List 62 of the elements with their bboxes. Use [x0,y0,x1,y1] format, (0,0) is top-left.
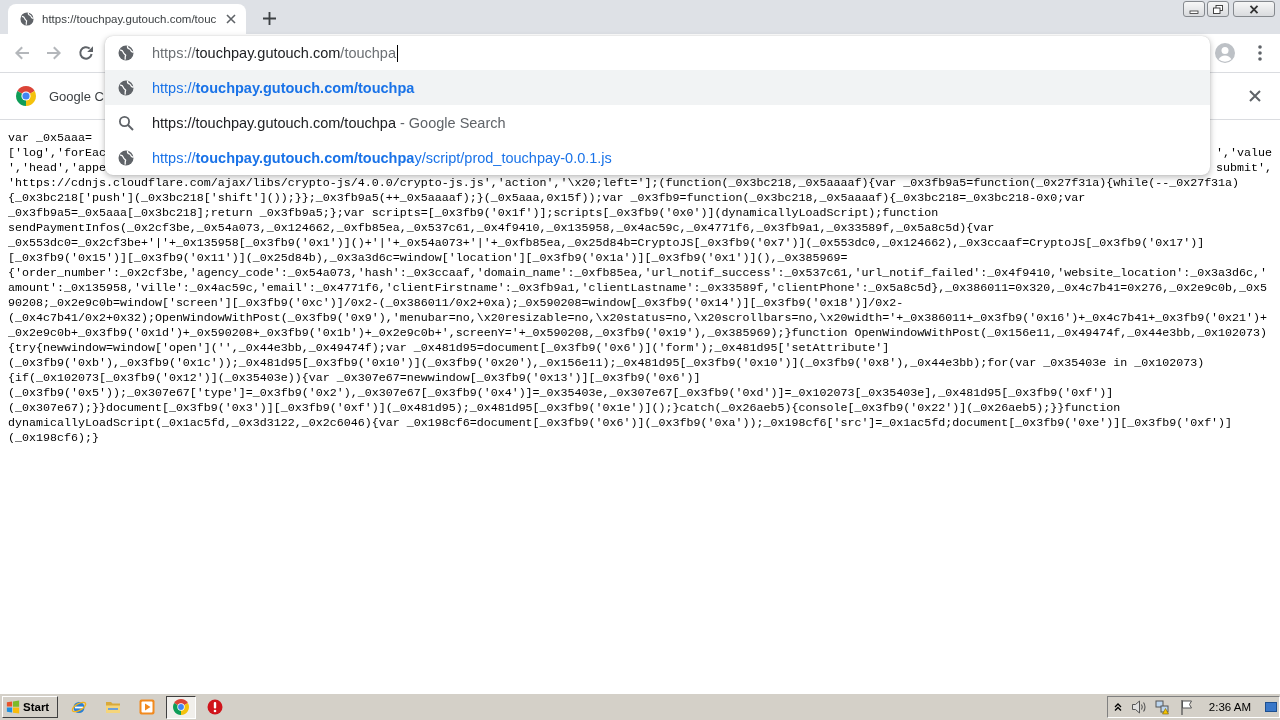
code-line: {'order_number':_0x2cf3be,'agency_code':_0x54a073,'hash':_0x3ccaaf,'domain_name':_0xfb85ea,'url_notif_success':_0x537c61,'url_notif_failed':_0x4f9410,'website_location':_0x3a3d6c,' [8,266,1268,281]
suggestion-item[interactable]: https://touchpay.gutouch.com/touchpa [105,70,1210,105]
code-line: _0x3fb9a5=_0x5aaa[_0x3bc218];return _0x3fb9a5;};var scripts=[_0x3fb9('0x1f')];scripts[_0x3fb9('0x0')](dynamicallyLoadScript);function [8,206,939,221]
search-icon [118,114,134,131]
code-line: 'https://cdnjs.cloudflare.com/ajax/libs/crypto-js/4.0.0/crypto-js.js','action','\x20;left='];(function(_0x3bc218,_0x5aaaaf){var _0x3fb9a5=function(_0x27f31a){while(--_0x27f31a) [8,176,1240,191]
suggestion-item[interactable]: https://touchpay.gutouch.com/touchpay/script/prod_touchpay-0.0.1.js [105,140,1210,175]
code-line: 90208;_0x2e9c0b=window['screen'][_0x3fb9('0xc')]/0x2-(_0x386011/0x2+0xa);_0x590208=window[_0x3fb9('0x14')][_0x3fb9('0x18')]/0x2- [8,296,904,311]
globe-icon [118,45,134,61]
network-icon[interactable] [1154,699,1171,715]
menu-icon[interactable] [1258,45,1262,61]
start-logo-icon [6,700,20,714]
show-desktop-icon[interactable] [1265,701,1277,713]
close-icon[interactable] [226,14,236,24]
address-field[interactable]: https://touchpay.gutouch.com/touchpa [152,39,1210,67]
flag-icon[interactable] [1178,699,1195,715]
chevron-up-icon[interactable] [1113,703,1122,711]
search-query: https://touchpay.gutouch.com/touchpa [152,114,396,131]
taskbar-button[interactable] [166,695,196,719]
restore-button[interactable] [1207,1,1229,17]
minimize-button[interactable] [1183,1,1205,17]
globe-icon [118,149,134,166]
code-line: {try{newwindow=window['open']('',_0x44e3bb,_0x49474f);var _0x481d95=document[_0x3fb9('0x6')]('form');_0x481d95['setAttribute'] [8,341,890,356]
browser-logo-icon [173,699,189,715]
code-line: {_0x3bc218['push'](_0x3bc218['shift']());}};_0x3fb9a5(++_0x5aaaaf);}(_0x5aaa,0x15f));var _0x3fb9=function(_0x3bc218,_0x5aaaaf){_0x3bc218=_0x3bc218-0x0;var [8,191,1086,206]
speaker-icon[interactable] [1130,699,1147,715]
code-line: (_0x4c7b41/0x2+0x32);OpenWindowWithPost(_0x3fb9('0x9'),'menubar=no,\x20resizable=no,\x20status=no,\x20scrollbars=no,\x20width='+_0x386011+_0x3fb9('0x16')+_0x4c7b41+_0x3fb9('0x21')+ [8,311,1268,326]
code-line: (_0x3fb9('0xb'),_0x3fb9('0x1c'));_0x481d95[_0x3fb9('0x10')](_0x3fb9('0x20'),_0x156e11);_0x481d95[_0x3fb9('0x10')](_0x3fb9('0x8'),_0x44e3bb);for(var _0x35403e in _0x102073) [8,356,1205,371]
suggestion-item[interactable]: https://touchpay.gutouch.com/touchpa - Google Search [105,105,1210,140]
globe-icon [118,79,134,96]
plus-icon[interactable] [263,12,276,25]
code-line: submit', [1216,161,1272,176]
clock-text: 2:36 AM [1208,701,1251,713]
restore-icon [1213,4,1223,14]
code-line: (_0x3fb9('0x5'));_0x307e67['type']=_0x3fb9('0x2'),_0x307e67[_0x3fb9('0x4')]=_0x35403e,_0x307e67[_0x3fb9('0xd')]=_0x102073[_0x35403e],_0x481d95[_0x3fb9('0xf')] [8,386,1114,401]
start-button[interactable]: Start [2,696,58,718]
suggestion-url: https://touchpay.gutouch.com/touchpa [152,79,415,96]
code-line: sendPaymentInfos(_0x2cf3be,_0x54a073,_0x124662,_0xfb85ea,_0x537c61,_0x4f9410,_0x135958,_0x4ac59c,_0x4771f6,_0x3fb9a1,_0x33589f,_0x5a8c5d){var [8,221,995,236]
alert-icon[interactable] [207,699,223,715]
code-line: [_0x3fb9('0x15')][_0x3fb9('0x11')](_0x25d84b),_0x3a3d6c=window['location'][_0x3fb9('0x1a')][_0x3fb9('0x1')](),_0x385969= [8,251,848,266]
code-line: ','value [1216,146,1272,161]
code-line: (_0x307e67);}}document[_0x3fb9('0x3')][_0x3fb9('0xf')](_0x481d95);_0x481d95[_0x3fb9('0x1e')]();}catch(_0x26aeb5){console[_0x3fb9('0x22')](_0x26aeb5);}}function [8,401,1121,416]
code-line: amount':_0x135958,'ville':_0x4ac59c,'email':_0x4771f6,'clientFirstname':_0x3fb9a1,'clientLastname':_0x33589f,'clientPhone':_0x5a8c5d},_0x386011=0x320,_0x4c7b41=0x276,_0x2e9c0b,_0x5 [8,281,1268,296]
browser-tab[interactable]: https://touchpay.gutouch.com/touc [8,4,246,34]
code-line: _0x2e9c0b+_0x3fb9('0x1d')+_0x590208+_0x3fb9('0x1b')+_0x2e9c0b+',screenY='+_0x590208,_0x3fb9('0x19'),_0x385969);}function OpenWindowWithPost(_0x156e11,_0x49474f,_0x44e3bb,_0x102073) [8,326,1268,341]
close-icon[interactable] [1249,90,1261,102]
reload-icon[interactable] [78,45,94,61]
orbit-globe-icon[interactable] [71,699,87,715]
browser-logo-icon [16,86,36,106]
close-icon [1249,4,1259,14]
code-line: var _0x5aaa= [8,131,92,146]
code-line: {if(_0x102073[_0x3fb9('0x12')](_0x35403e)){var _0x307e67=newwindow[_0x3fb9('0x13')][_0x3fb9('0x6')] [8,371,701,386]
code-line: (_0x198cf6);} [8,431,99,446]
globe-icon [20,12,34,26]
code-line: ','head','appe [8,161,106,176]
code-line: _0x553dc0=_0x2cf3be+'|'+_0x135958[_0x3fb9('0x1')]()+'|'+_0x54a073+'|'+_0xfb85ea,_0x25d84b=CryptoJS[_0x3fb9('0x7')](_0x553dc0,_0x124662),_0x3ccaaf=CryptoJS[_0x3fb9('0x17')] [8,236,1205,251]
suggestion-url: https://touchpay.gutouch.com/touchpay/script/prod_touchpay-0.0.1.js [152,149,612,166]
infobar-text: Google C [49,88,104,104]
code-line: ['log','forEac [8,146,106,161]
code-line: dynamicallyLoadScript(_0x1ac5fd,_0x3d3122,_0x2c6046){var _0x198cf6=document[_0x3fb9('0x6')](_0x3fb9('0xa'));_0x198cf6['src']=_0x1ac5fd;document[_0x3fb9('0xe')][_0x3fb9('0xf')] [8,416,1233,431]
close-button[interactable] [1233,1,1275,17]
text-caret-icon [397,44,398,62]
search-hint: - Google Search [400,114,506,131]
